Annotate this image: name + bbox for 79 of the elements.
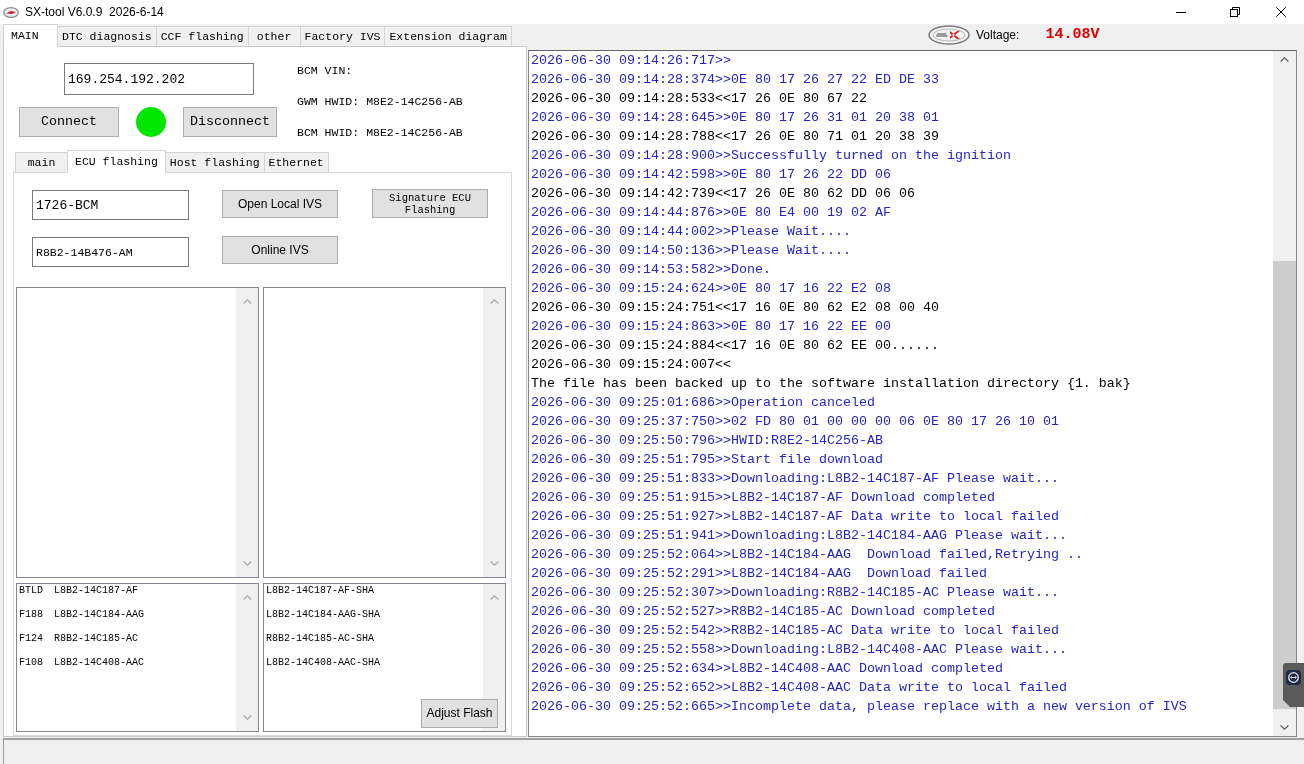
disconnect-button[interactable]: Disconnect bbox=[183, 107, 277, 137]
log-line: 2026-06-30 09:14:44:002>>Please Wait.... bbox=[531, 223, 852, 241]
log-line: 2026-06-30 09:25:52:064>>L8B2-14C184-AAG Download failed,Retrying .. bbox=[531, 546, 1084, 564]
log-line: 2026-06-30 09:14:50:136>>Please Wait.... bbox=[531, 242, 852, 260]
window-title: SX-tool V6.0.9 2026-6-14 bbox=[25, 4, 164, 20]
side-panel-tab-icon[interactable] bbox=[1281, 663, 1304, 707]
list-item[interactable]: BTLD L8B2-14C187-AF bbox=[19, 584, 234, 598]
voltage-value: 14.08V bbox=[1045, 26, 1100, 44]
log-line: 2026-06-30 09:14:28:900>>Successfully turned on the ignition bbox=[531, 147, 1012, 165]
log-line: 2026-06-30 09:25:52:542>>R8B2-14C185-AC Data write to local failed bbox=[531, 622, 1060, 640]
module-field[interactable]: 1726-BCM bbox=[32, 190, 189, 220]
ip-address-field[interactable]: 169.254.192.202 bbox=[64, 63, 254, 95]
info-label: BCM HWID: bbox=[297, 125, 360, 141]
log-line: 2026-06-30 09:25:52:527>>R8B2-14C185-AC Download completed bbox=[531, 603, 996, 621]
log-line: 2026-06-30 09:25:51:927>>L8B2-14C187-AF Data write to local failed bbox=[531, 508, 1060, 526]
log-line: The file has been backed up to the software installation directory {1. bak} bbox=[531, 375, 1132, 393]
info-label: GWM HWID: bbox=[297, 94, 360, 110]
list-item[interactable]: L8B2-14C187-AF-SHA bbox=[266, 584, 481, 598]
open-local-ivs-button[interactable]: Open Local IVS bbox=[222, 190, 338, 218]
log-line: 2026-06-30 09:25:37:750>>02 FD 80 01 00 00 00 06 0E 80 17 26 10 01 bbox=[531, 413, 1060, 431]
log-line: 2026-06-30 09:15:24:751<<17 16 0E 80 62 E2 08 00 40 bbox=[531, 299, 940, 317]
list-item[interactable]: F108 L8B2-14C408-AAC bbox=[19, 656, 234, 670]
list-item[interactable]: R8B2-14C185-AC-SHA bbox=[266, 632, 481, 646]
log-line: 2026-06-30 09:15:24:863>>0E 80 17 16 22 EE 00 bbox=[531, 318, 892, 336]
info-value: M8E2-14C256-AB bbox=[366, 94, 463, 110]
log-line: 2026-06-30 09:14:28:374>>0E 80 17 26 27 22 ED DE 33 bbox=[531, 71, 940, 89]
log-line: 2026-06-30 09:25:51:833>>Downloading:L8B2-14C187-AF Please wait... bbox=[531, 470, 1060, 488]
tab[interactable]: main bbox=[15, 152, 68, 172]
list-box[interactable]: BTLD L8B2-14C187-AF F188 L8B2-14C184-AAG F124 R8B2-14C185-AC F108 L8B2-14C408-AAC bbox=[16, 583, 259, 732]
chevron-up-icon[interactable] bbox=[1280, 57, 1289, 62]
log-line: 2026-06-30 09:25:51:941>>Downloading:L8B2-14C184-AAG Please wait... bbox=[531, 527, 1068, 545]
list-item[interactable]: F124 R8B2-14C185-AC bbox=[19, 632, 234, 646]
part-number-field[interactable]: R8B2-14B476-AM bbox=[32, 237, 189, 267]
signature-flashing-button[interactable]: Signature ECU Flashing bbox=[372, 189, 488, 218]
log-line: 2026-06-30 09:25:52:665>>Incomplete data, please replace with a new version of IVS bbox=[531, 698, 1188, 716]
scrollbar-thumb[interactable] bbox=[1273, 261, 1296, 709]
tab[interactable]: ECU flashing bbox=[67, 150, 166, 173]
close-icon bbox=[1276, 7, 1286, 17]
info-label: BCM VIN: bbox=[297, 63, 353, 79]
restore-icon bbox=[1230, 7, 1240, 17]
vertical-scrollbar[interactable] bbox=[1273, 51, 1296, 736]
list-item[interactable]: L8B2-14C184-AAG-SHA bbox=[266, 608, 481, 622]
voltage-label: Voltage: bbox=[976, 27, 1020, 43]
log-line: 2026-06-30 09:15:24:624>>0E 80 17 16 22 E2 08 bbox=[531, 280, 892, 298]
list-item[interactable]: L8B2-14C408-AAC-SHA bbox=[266, 656, 481, 670]
log-line: 2026-06-30 09:14:53:582>>Done. bbox=[531, 261, 772, 279]
log-line: 2026-06-30 09:14:26:717>> bbox=[531, 52, 732, 70]
log-line: 2026-06-30 09:25:52:652>>L8B2-14C408-AAC Data write to local failed bbox=[531, 679, 1068, 697]
chevron-down-icon[interactable] bbox=[1280, 725, 1289, 730]
list-box[interactable]: L8B2-14C187-AF-SHA L8B2-14C184-AAG-SHA R8B2-14C185-AC-SHA L8B2-14C408-AAC-SHA Adjust Flash bbox=[263, 583, 506, 732]
log-line: 2026-06-30 09:25:52:558>>Downloading:L8B2-14C408-AAC Please wait... bbox=[531, 641, 1068, 659]
log-line: 2026-06-30 09:15:24:007<< bbox=[531, 356, 732, 374]
log-line: 2026-06-30 09:14:28:788<<17 26 0E 80 71 01 20 38 39 bbox=[531, 128, 940, 146]
log-line: 2026-06-30 09:25:51:915>>L8B2-14C187-AF Download completed bbox=[531, 489, 996, 507]
tab[interactable]: Ethernet bbox=[263, 152, 329, 172]
adjust-flash-button[interactable]: Adjust Flash bbox=[421, 699, 498, 728]
list-item[interactable]: F188 L8B2-14C184-AAG bbox=[19, 608, 234, 622]
log-line: 2026-06-30 09:14:28:533<<17 26 0E 80 67 22 bbox=[531, 90, 868, 108]
minimize-icon bbox=[1176, 11, 1186, 13]
log-line: 2026-06-30 09:14:42:598>>0E 80 17 26 22 DD 06 bbox=[531, 166, 892, 184]
tab[interactable]: MAIN bbox=[3, 24, 58, 47]
log-line: 2026-06-30 09:14:42:739<<17 26 0E 80 62 DD 06 06 bbox=[531, 185, 916, 203]
list-box[interactable] bbox=[263, 287, 506, 578]
tab[interactable]: Extension diagram bbox=[384, 26, 512, 46]
log-line: 2026-06-30 09:25:52:307>>Downloading:R8B2-14C185-AC Please wait... bbox=[531, 584, 1060, 602]
log-line: 2026-06-30 09:25:01:686>>Operation canceled bbox=[531, 394, 876, 412]
app-logo-icon bbox=[3, 6, 19, 18]
log-line: 2026-06-30 09:14:44:876>>0E 80 E4 00 19 02 AF bbox=[531, 204, 892, 222]
info-value: M8E2-14C256-AB bbox=[366, 125, 463, 141]
log-line: 2026-06-30 09:25:52:291>>L8B2-14C184-AAG Download failed bbox=[531, 565, 988, 583]
log-line: 2026-06-30 09:15:24:884<<17 16 0E 80 62 EE 00...... bbox=[531, 337, 940, 355]
log-line: 2026-06-30 09:14:28:645>>0E 80 17 26 31 01 20 38 01 bbox=[531, 109, 940, 127]
connect-button[interactable]: Connect bbox=[19, 107, 119, 137]
online-ivs-button[interactable]: Online IVS bbox=[222, 236, 338, 264]
tab[interactable]: Host flashing bbox=[164, 152, 265, 172]
log-line: 2026-06-30 09:25:51:795>>Start file download bbox=[531, 451, 884, 469]
log-line: 2026-06-30 09:25:52:634>>L8B2-14C408-AAC Download completed bbox=[531, 660, 1004, 678]
list-box[interactable] bbox=[16, 287, 259, 578]
log-line: 2026-06-30 09:25:50:796>>HWID:R8E2-14C256-AB bbox=[531, 432, 884, 450]
